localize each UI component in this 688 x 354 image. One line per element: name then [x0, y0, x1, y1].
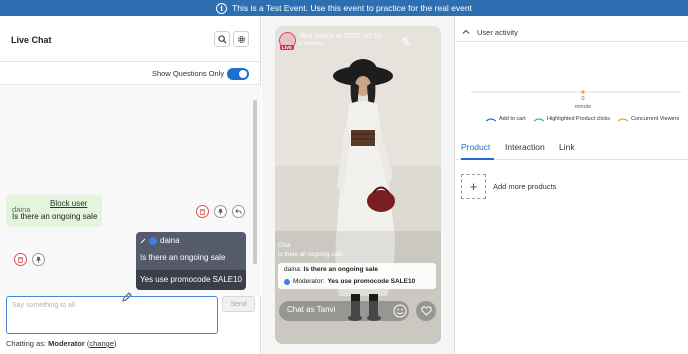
active-tab-indicator — [461, 158, 494, 160]
stream-video-image — [275, 26, 441, 344]
legend-concurrent-viewers: Concurrent Viewers — [618, 116, 679, 122]
questions-filter-row: Show Questions Only — [0, 63, 261, 85]
send-button[interactable]: Send — [222, 296, 255, 312]
plus-icon: + — [469, 179, 478, 194]
question-text: Is there an ongoing sale — [140, 253, 226, 262]
collapse-arrow-icon[interactable] — [140, 238, 146, 244]
mute-icon[interactable] — [401, 36, 411, 46]
panel-tabs: Product Interaction Link — [456, 138, 688, 160]
live-badge: LIVE — [280, 45, 295, 50]
search-icon — [217, 34, 227, 44]
chat-message: daina Block user Is there an ongoing sal… — [6, 195, 102, 227]
pin-icon — [36, 256, 41, 263]
pinned-question-overlay: daina: Is there an ongoing sale Moderato… — [278, 263, 436, 289]
event-title: Test event at 2025-10-16 ... — [299, 31, 391, 40]
legend-add-to-cart: Add to cart — [486, 116, 526, 122]
live-chat-panel: Live Chat Show Questions Only daina Bloc… — [0, 16, 261, 354]
change-role-link[interactable]: change — [89, 339, 114, 348]
preview-question-label: Is there an ongoing sale — [278, 252, 343, 258]
chat-input[interactable]: Say something to all — [6, 296, 218, 334]
phone-preview: LIVE Test event at 2025-10-16 ... 0 View… — [275, 26, 441, 344]
message-text: Is there an ongoing sale — [12, 212, 98, 221]
chat-messages[interactable]: daina Block user Is there an ongoing sal… — [0, 86, 261, 296]
trash-icon — [199, 209, 206, 215]
emoji-icon[interactable] — [392, 303, 408, 319]
chart-legend: Add to cart Highlighted Product clicks C… — [456, 116, 688, 126]
overlay-question: daina: Is there an ongoing sale — [284, 266, 378, 273]
tab-product[interactable]: Product — [461, 142, 490, 152]
like-button[interactable] — [416, 301, 436, 321]
delete-question-button[interactable] — [14, 253, 27, 266]
overlay-answer: Moderator: Yes use promocode SALE10 — [284, 278, 415, 285]
chat-scrollbar[interactable] — [252, 86, 258, 296]
pin-icon — [218, 208, 223, 215]
x-tick-label: 0 — [581, 96, 584, 102]
chatting-as: Chatting as: Moderator (change) — [6, 339, 117, 348]
scrollbar-thumb[interactable] — [253, 100, 257, 264]
stream-preview-panel: LIVE Test event at 2025-10-16 ... 0 View… — [262, 16, 455, 354]
question-header: daina — [140, 236, 180, 245]
preview-chat-placeholder: Chat as Tanvi — [287, 305, 336, 314]
pin-question-button[interactable] — [32, 253, 45, 266]
test-event-banner: i This is a Test Event. Use this event t… — [0, 0, 688, 16]
tab-interaction[interactable]: Interaction — [505, 142, 545, 152]
insights-panel: User activity 0 minute Add to cart Highl… — [456, 16, 688, 354]
preview-chat-label: Chat — [278, 243, 291, 249]
viewer-count: 0 Viewers — [299, 41, 324, 47]
answer-text: Yes use promocode SALE10 — [136, 270, 246, 290]
live-chat-header: Live Chat — [0, 16, 261, 62]
chevron-up-icon[interactable] — [462, 28, 470, 36]
settings-button[interactable] — [233, 31, 249, 47]
question-user-avatar — [149, 236, 157, 245]
moderator-avatar — [284, 278, 290, 285]
preview-chat-input[interactable]: Chat as Tanvi — [279, 301, 409, 321]
answered-question: daina Is there an ongoing sale Yes use p… — [136, 232, 246, 290]
user-activity-header[interactable]: User activity — [456, 26, 688, 42]
banner-text: This is a Test Event. Use this event to … — [232, 3, 472, 13]
add-more-products-label[interactable]: Add more products — [493, 182, 556, 191]
show-questions-toggle[interactable] — [227, 68, 249, 80]
chatting-as-role: Moderator — [48, 339, 85, 348]
tab-link[interactable]: Link — [559, 142, 575, 152]
legend-product-clicks: Highlighted Product clicks — [534, 116, 610, 122]
reply-icon — [235, 209, 242, 214]
add-product-button[interactable]: + — [461, 174, 486, 199]
heart-icon — [420, 306, 432, 316]
delete-message-button[interactable] — [196, 205, 209, 218]
question-username: daina — [160, 236, 180, 245]
chart-point — [581, 90, 585, 94]
trash-icon — [17, 257, 24, 263]
pin-message-button[interactable] — [214, 205, 227, 218]
block-user-link[interactable]: Block user — [50, 199, 87, 208]
chat-input-placeholder: Say something to all — [12, 302, 76, 309]
x-axis-label: minute — [575, 104, 592, 110]
gear-icon — [237, 35, 245, 43]
live-chat-title: Live Chat — [11, 35, 52, 45]
user-activity-label: User activity — [477, 28, 518, 37]
chatting-as-prefix: Chatting as: — [6, 339, 47, 348]
toggle-knob — [239, 70, 247, 78]
search-button[interactable] — [214, 31, 230, 47]
info-icon: i — [216, 2, 228, 14]
reply-message-button[interactable] — [232, 205, 245, 218]
show-questions-label: Show Questions Only — [152, 69, 225, 78]
